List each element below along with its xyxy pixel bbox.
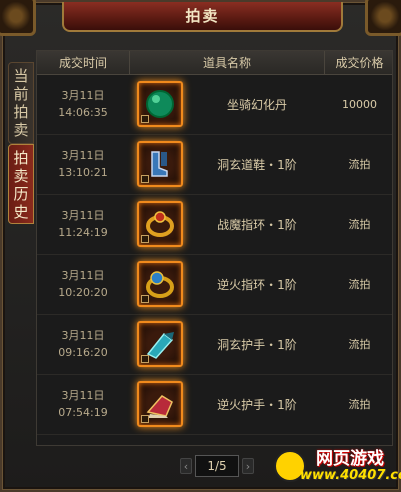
lock-icon <box>141 415 149 423</box>
corner-ornament-icon <box>0 0 36 36</box>
deal-date: 3月11日 <box>61 389 105 402</box>
table-row: 3月11日 09:16:20 洞玄护手・1阶 流拍 <box>37 315 392 375</box>
deal-clock: 14:06:35 <box>58 106 108 119</box>
table-row: 3月11日 14:06:35 坐骑幻化丹 10000 <box>37 75 392 135</box>
watermark-url: www.40407.com <box>300 468 401 483</box>
pagination: ‹ 1/5 › <box>180 455 254 477</box>
green-orb-icon[interactable] <box>137 81 183 127</box>
bracer-icon[interactable] <box>137 321 183 367</box>
item-name: 逆火指环・1阶 <box>217 278 297 292</box>
ring-icon[interactable] <box>137 201 183 247</box>
history-table: 成交时间 道具名称 成交价格 3月11日 14:06:35 坐骑幻化丹 1000… <box>36 50 393 446</box>
tab-char: 前 <box>13 85 29 103</box>
tab-current-auction[interactable]: 当 前 拍 卖 <box>8 62 34 144</box>
table-row: 3月11日 11:24:19 战魔指环・1阶 流拍 <box>37 195 392 255</box>
lock-icon <box>141 295 149 303</box>
column-header-price: 成交价格 <box>335 56 384 70</box>
item-price: 流拍 <box>348 218 371 231</box>
item-name: 洞玄道鞋・1阶 <box>217 158 297 172</box>
lock-icon <box>141 235 149 243</box>
deal-time: 3月11日 10:20:20 <box>37 267 129 301</box>
tab-char: 史 <box>13 203 29 221</box>
deal-clock: 07:54:19 <box>58 406 108 419</box>
table-row: 3月11日 07:54:19 逆火护手・1阶 流拍 <box>37 375 392 435</box>
corner-ornament-icon <box>365 0 401 36</box>
item-name: 坐骑幻化丹 <box>226 98 287 112</box>
tab-char: 拍 <box>13 149 29 167</box>
tab-char: 拍 <box>13 103 29 121</box>
deal-clock: 13:10:21 <box>58 166 108 179</box>
deal-date: 3月11日 <box>61 209 105 222</box>
tab-char: 卖 <box>13 121 29 139</box>
item-name: 战魔指环・1阶 <box>217 218 297 232</box>
item-price: 流拍 <box>348 278 371 291</box>
deal-time: 3月11日 14:06:35 <box>37 87 129 121</box>
deal-time: 3月11日 09:16:20 <box>37 327 129 361</box>
prev-page-button[interactable]: ‹ <box>180 458 192 474</box>
deal-date: 3月11日 <box>61 329 105 342</box>
gauntlet-icon[interactable] <box>137 381 183 427</box>
tab-char: 历 <box>13 185 29 203</box>
item-price: 流拍 <box>348 338 371 351</box>
deal-clock: 09:16:20 <box>58 346 108 359</box>
item-price: 流拍 <box>348 158 371 171</box>
deal-time: 3月11日 07:54:19 <box>37 387 129 421</box>
deal-time: 3月11日 11:24:19 <box>37 207 129 241</box>
tab-char: 当 <box>13 67 29 85</box>
column-header-item: 道具名称 <box>129 51 325 75</box>
window-title: 拍卖 <box>62 2 343 32</box>
item-price: 10000 <box>342 98 377 111</box>
page-indicator: 1/5 <box>195 455 239 477</box>
table-header: 成交时间 道具名称 成交价格 <box>37 51 392 75</box>
deal-date: 3月11日 <box>61 149 105 162</box>
tab-char: 卖 <box>13 167 29 185</box>
item-price: 流拍 <box>348 398 371 411</box>
deal-time: 3月11日 13:10:21 <box>37 147 129 181</box>
watermark-title: 网页游戏 <box>316 449 384 469</box>
gem-ring-icon[interactable] <box>137 261 183 307</box>
tab-auction-history[interactable]: 拍 卖 历 史 <box>8 144 34 224</box>
deal-clock: 10:20:20 <box>58 286 108 299</box>
lock-icon <box>141 355 149 363</box>
column-header-time: 成交时间 <box>58 56 107 70</box>
table-row: 3月11日 10:20:20 逆火指环・1阶 流拍 <box>37 255 392 315</box>
auction-window: 拍卖 当 前 拍 卖 拍 卖 历 史 成交时间 道具名称 成交价格 3月11日 … <box>0 0 401 492</box>
deal-date: 3月11日 <box>61 269 105 282</box>
boots-icon[interactable] <box>137 141 183 187</box>
item-name: 洞玄护手・1阶 <box>217 338 297 352</box>
lock-icon <box>141 115 149 123</box>
lock-icon <box>141 175 149 183</box>
item-name: 逆火护手・1阶 <box>217 398 297 412</box>
table-row: 3月11日 13:10:21 洞玄道鞋・1阶 流拍 <box>37 135 392 195</box>
deal-date: 3月11日 <box>61 89 105 102</box>
deal-clock: 11:24:19 <box>58 226 108 239</box>
next-page-button[interactable]: › <box>242 458 254 474</box>
watermark-logo: 网页游戏 www.40407.com <box>272 444 401 492</box>
